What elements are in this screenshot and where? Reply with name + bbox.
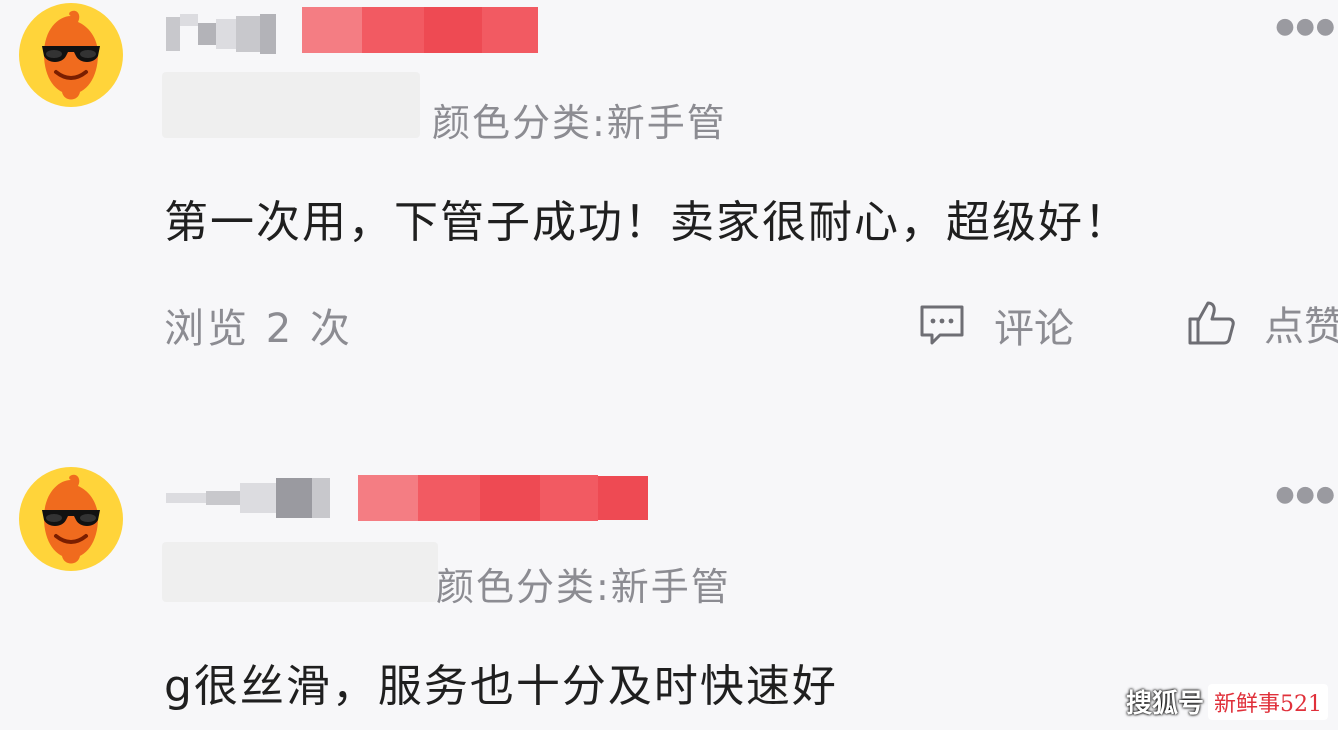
like-button[interactable]: 点赞 <box>1186 294 1338 352</box>
color-category-label: 颜色分类:新手管 <box>436 565 731 609</box>
vip-tag-blurred <box>162 72 420 138</box>
watermark-brand: 搜狐号 <box>1125 689 1204 719</box>
user-badge-blurred <box>358 475 648 521</box>
username-blurred <box>166 14 276 54</box>
color-category-label: 颜色分类:新手管 <box>432 101 727 145</box>
view-count: 浏览 2 次 <box>164 306 353 352</box>
review-text: 第一次用，下管子成功！卖家很耐心，超级好！ <box>164 197 1130 248</box>
user-badge-blurred <box>302 7 538 53</box>
watermark-author: 新鲜事521 <box>1208 683 1328 720</box>
username-blurred <box>166 478 330 518</box>
comment-label: 评论 <box>994 306 1074 352</box>
more-dots-icon[interactable]: ●●● <box>1275 14 1336 39</box>
comment-icon <box>920 305 964 345</box>
more-dots-icon[interactable]: ●●● <box>1275 482 1336 507</box>
comment-button[interactable]: 评论 <box>918 296 1074 354</box>
thumbs-up-icon <box>1188 301 1235 345</box>
vip-tag-blurred <box>162 542 438 602</box>
avatar[interactable] <box>18 466 124 572</box>
watermark: 搜狐号 新鲜事521 <box>1126 683 1328 720</box>
like-label: 点赞 <box>1264 304 1338 350</box>
avatar[interactable] <box>18 2 124 108</box>
avatar-mascot-icon <box>19 3 123 107</box>
review-text: g很丝滑，服务也十分及时快速好 <box>164 661 838 712</box>
avatar-mascot-icon <box>19 467 123 571</box>
